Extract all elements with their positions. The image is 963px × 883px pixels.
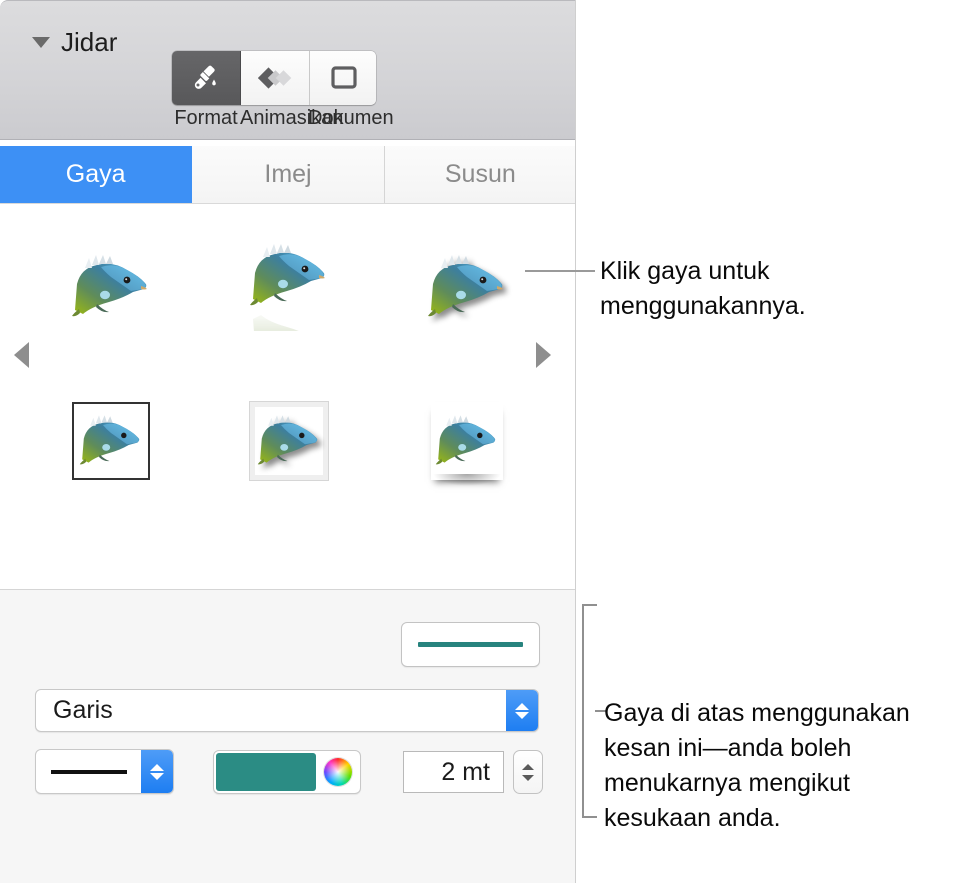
reflection-effect bbox=[249, 309, 329, 331]
color-wheel-icon bbox=[324, 758, 352, 786]
callout-leader-line bbox=[525, 270, 595, 272]
gallery-next-button[interactable] bbox=[536, 342, 562, 372]
triangle-right-icon bbox=[536, 342, 551, 368]
thin-frame bbox=[72, 402, 150, 480]
iguana-image bbox=[427, 254, 507, 320]
border-color-swatch[interactable] bbox=[216, 753, 316, 791]
style-thumbnail-thin-frame[interactable] bbox=[56, 386, 166, 496]
document-button-label: Dokumen bbox=[308, 107, 394, 129]
stroke-style-line bbox=[50, 769, 127, 774]
inspector-toolbar: Format Animasikan Dokumen bbox=[0, 0, 575, 140]
style-thumbnail-drop-shadow[interactable] bbox=[412, 232, 522, 342]
curled-page-frame bbox=[431, 402, 503, 486]
stroke-style-popup-menu[interactable] bbox=[35, 749, 174, 794]
style-thumbnail-reflection[interactable] bbox=[234, 232, 344, 342]
iguana-image bbox=[435, 414, 499, 468]
style-thumbnail-mat-frame[interactable] bbox=[234, 386, 344, 496]
border-style-preview-button[interactable] bbox=[401, 622, 540, 667]
border-preview-line bbox=[418, 642, 523, 647]
chevron-up-icon bbox=[150, 763, 164, 771]
tab-susun[interactable]: Susun bbox=[384, 146, 575, 203]
popup-arrows-icon[interactable] bbox=[506, 690, 538, 731]
chevron-up-icon bbox=[515, 702, 529, 710]
iguana-image bbox=[71, 254, 151, 320]
triangle-down-icon[interactable] bbox=[32, 37, 50, 48]
tab-gaya[interactable]: Gaya bbox=[0, 146, 193, 203]
chevron-down-icon bbox=[515, 711, 529, 719]
iguana-image bbox=[79, 414, 143, 468]
inspector-tab-bar: Gaya Imej Susun bbox=[0, 146, 575, 204]
border-width-input[interactable]: 2 mt bbox=[403, 751, 504, 793]
image-styles-gallery: Gaya Imej bbox=[0, 204, 575, 773]
animate-button[interactable] bbox=[241, 51, 310, 105]
color-wheel-button[interactable] bbox=[316, 751, 360, 793]
document-icon bbox=[331, 66, 357, 89]
triangle-left-icon bbox=[14, 342, 29, 368]
popup-arrows-icon[interactable] bbox=[141, 750, 173, 793]
stroke-style-sample bbox=[36, 769, 141, 774]
mat-frame bbox=[250, 402, 328, 480]
iguana-image bbox=[257, 414, 321, 468]
border-type-popup-menu[interactable]: Garis bbox=[35, 689, 539, 732]
paintbrush-icon bbox=[194, 65, 216, 89]
document-button[interactable] bbox=[310, 51, 376, 105]
tab-imej[interactable]: Imej bbox=[192, 146, 385, 203]
border-color-well[interactable] bbox=[213, 750, 361, 794]
style-thumbnail-row bbox=[56, 232, 522, 352]
border-width-stepper[interactable] bbox=[513, 750, 543, 794]
style-thumbnail-plain[interactable] bbox=[56, 232, 166, 342]
chevron-up-icon[interactable] bbox=[522, 763, 534, 770]
style-thumbnail-row bbox=[56, 386, 522, 496]
inspector-mode-segmented-control[interactable] bbox=[172, 51, 376, 105]
format-inspector-panel: Format Animasikan Dokumen Gaya Imej Susu… bbox=[0, 0, 576, 883]
style-thumbnail-curled-page[interactable] bbox=[412, 386, 522, 496]
border-section-header[interactable]: Jidar bbox=[32, 27, 117, 58]
format-button[interactable] bbox=[172, 51, 241, 105]
animate-button-label: Animasikan bbox=[240, 107, 344, 129]
callout-border-text: Gaya di atas menggunakan kesan ini—anda … bbox=[604, 699, 910, 832]
format-button-label: Format bbox=[174, 107, 238, 129]
animate-icon bbox=[258, 67, 292, 89]
chevron-down-icon[interactable] bbox=[522, 774, 534, 781]
iguana-image bbox=[249, 243, 329, 309]
chevron-down-icon bbox=[150, 772, 164, 780]
callout-styles-text: Klik gaya untuk menggunakannya. bbox=[600, 257, 806, 320]
gallery-previous-button[interactable] bbox=[14, 342, 40, 372]
border-section-title: Jidar bbox=[61, 27, 118, 57]
border-type-value: Garis bbox=[53, 696, 113, 724]
